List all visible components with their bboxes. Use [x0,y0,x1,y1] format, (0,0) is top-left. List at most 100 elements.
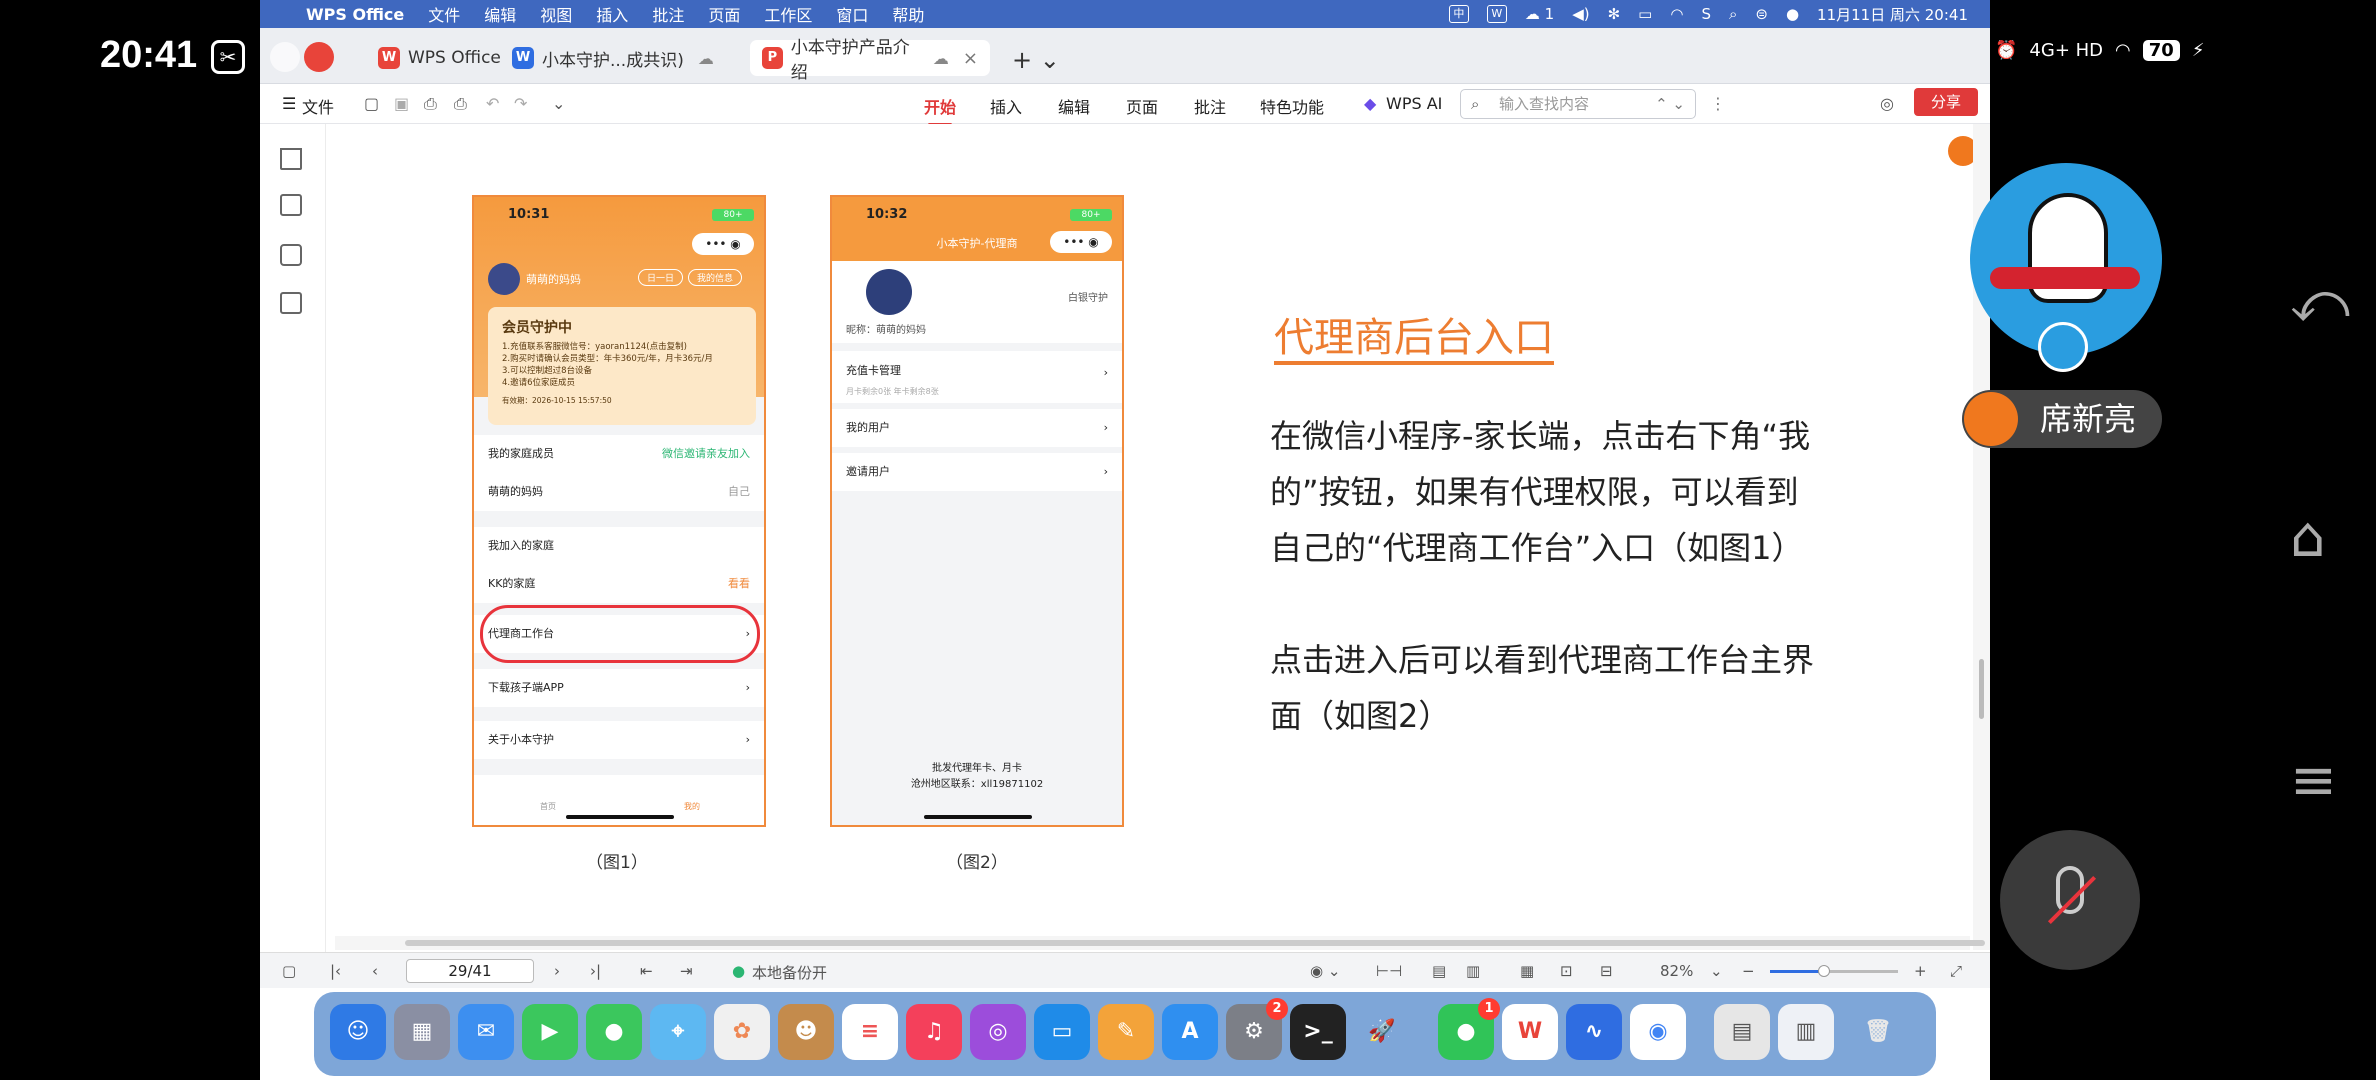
fit-page-icon[interactable]: ⊡ [1560,962,1573,980]
app-store-icon[interactable]: A [1162,1004,1218,1060]
photos-icon[interactable]: ✿ [714,1004,770,1060]
ribbon-tab-page[interactable]: 页面 [1126,94,1158,118]
first-page-icon[interactable]: |‹ [330,962,341,980]
save-icon[interactable]: ▣ [394,94,409,113]
system-settings-icon[interactable]: ⚙ 2 [1226,998,1288,1060]
menu-item-comment[interactable]: 批注 [652,2,684,26]
close-window-button[interactable] [270,42,300,72]
reading-mode-icon[interactable]: ⊟ [1600,962,1613,980]
wps-status-icon[interactable]: W [1486,5,1507,23]
menu-item-insert[interactable]: 插入 [596,2,628,26]
zoom-in-icon[interactable]: + [1914,962,1927,980]
wps-ai-button[interactable]: WPS AI [1386,94,1442,113]
print-preview-icon[interactable]: ⎙ [454,94,467,114]
tab-wps-home[interactable]: W WPS Office [366,40,513,76]
keynote-icon[interactable]: ▭ [1034,1004,1090,1060]
siri-icon[interactable]: ● [1786,5,1799,23]
control-icon[interactable]: S [1701,5,1711,23]
cloud-sync-icon[interactable]: ◎ [1880,94,1894,113]
last-page-icon[interactable]: ›| [590,962,601,980]
input-method-icon[interactable]: 中 [1448,5,1469,23]
wps-dock-icon[interactable]: W [1502,1004,1558,1060]
more-options-icon[interactable]: ⋮ [1710,94,1726,113]
battery-icon[interactable]: ▭ [1638,5,1652,23]
open-folder-icon[interactable]: ▢ [364,94,379,113]
menu-app-name[interactable]: WPS Office [306,5,404,24]
search-nav-icon[interactable]: ⌃ ⌄ [1655,90,1685,118]
menu-item-file[interactable]: 文件 [428,2,460,26]
wechat-icon[interactable]: ● 1 [1438,998,1500,1060]
zoom-level[interactable]: 82% [1660,962,1693,980]
volume-icon[interactable]: ◀) [1572,5,1589,23]
menu-item-page[interactable]: 页面 [708,2,740,26]
redo-icon[interactable]: ↷ [514,94,527,113]
wifi-icon[interactable]: ◠ [1670,5,1683,23]
home-nav-icon[interactable]: ⌂ [2290,505,2326,570]
tab-product-intro[interactable]: P 小本守护产品介绍 ☁ × [750,38,990,83]
terminal-icon[interactable]: >_ [1290,1004,1346,1060]
share-button[interactable]: 分享 [1914,88,1978,116]
ribbon-tab-edit[interactable]: 编辑 [1058,94,1090,118]
search-input[interactable]: ⌕ 输入查找内容 ⌃ ⌄ [1460,89,1696,119]
ribbon-tab-home[interactable]: 开始 [924,94,956,126]
spotlight-icon[interactable]: ⌕ [1729,5,1737,23]
two-page-icon[interactable]: ▥ [1466,962,1480,980]
reminders-icon[interactable]: ≡ [842,1004,898,1060]
launchpad-icon[interactable]: ▦ [394,1004,450,1060]
close-tab-icon[interactable]: × [963,48,978,69]
back-nav-icon[interactable]: ⤺ [2290,270,2350,336]
lark-icon[interactable]: ∿ [1566,1004,1622,1060]
ribbon-tab-comment[interactable]: 批注 [1194,94,1226,118]
zoom-out-icon[interactable]: − [1742,962,1755,980]
bluetooth-icon[interactable]: ✻ [1608,5,1621,23]
ribbon-tab-features[interactable]: 特色功能 [1260,94,1324,118]
next-page-icon[interactable]: › [554,962,560,980]
zoom-slider[interactable] [1770,965,1898,977]
podcasts-icon[interactable]: ◎ [970,1004,1026,1060]
prev-page-icon[interactable]: ‹ [372,962,378,980]
fullscreen-icon[interactable]: ⤢ [1950,962,1962,980]
menu-item-window[interactable]: 窗口 [836,2,868,26]
menu-item-edit[interactable]: 编辑 [484,2,516,26]
menubar-datetime[interactable]: 11月11日 周六 20:41 [1817,4,1968,25]
eye-protect-icon[interactable]: ◉ ⌄ [1310,962,1340,980]
page-number-input[interactable]: 29/41 [406,959,534,983]
print-icon[interactable]: ⎙ [424,94,437,114]
scroll-thumb[interactable] [405,940,1985,946]
menu-item-view[interactable]: 视图 [540,2,572,26]
chrome-icon[interactable]: ◉ [1630,1004,1686,1060]
rocket-icon[interactable]: 🚀 [1354,1004,1410,1060]
backup-status[interactable]: 本地备份开 [752,962,827,983]
wps-logo-icon[interactable] [304,42,334,72]
zoom-slider-thumb[interactable] [1818,965,1830,977]
menu-item-help[interactable]: 帮助 [892,2,924,26]
document-preview-icon[interactable]: ▤ [1714,1004,1770,1060]
mute-mic-button[interactable] [2000,830,2140,970]
facetime-icon[interactable]: ▶ [522,1004,578,1060]
mail-icon[interactable]: ✉ [458,1004,514,1060]
new-tab-button[interactable]: + ⌄ [1012,46,1060,74]
more-chevron-icon[interactable]: ⌄ [552,94,565,113]
layout-icon[interactable]: ▦ [1520,962,1534,980]
sidebar-toggle-icon[interactable]: ▢ [282,962,296,980]
bookmark-icon[interactable] [280,148,302,170]
next-view-icon[interactable]: ⇥ [680,962,693,980]
file-menu-button[interactable]: 文件 [302,94,334,118]
zoom-dropdown-icon[interactable]: ⌄ [1710,962,1723,980]
contacts-icon[interactable]: ☻ [778,1004,834,1060]
comment-icon[interactable] [280,244,302,266]
messages-icon[interactable]: ● [586,1004,642,1060]
single-page-icon[interactable]: ▤ [1432,962,1446,980]
pages-icon[interactable]: ✎ [1098,1004,1154,1060]
scroll-thumb[interactable] [1979,659,1984,719]
menu-item-workspace[interactable]: 工作区 [764,2,812,26]
fit-width-icon[interactable]: ⊢⊣ [1376,962,1402,980]
screenshot-icon[interactable]: ✂ [211,40,245,74]
wechat-menubar-icon[interactable]: ☁ 1 [1525,5,1554,23]
finder-icon[interactable]: ☺ [330,1004,386,1060]
thumbnail-icon[interactable] [280,194,302,216]
tab-doc-consensus[interactable]: W 小本守护...成共识) ☁ [500,40,726,76]
horizontal-scrollbar[interactable] [335,936,1985,950]
ribbon-tab-insert[interactable]: 插入 [990,94,1022,118]
downloads-stack-icon[interactable]: ▥ [1778,1004,1834,1060]
